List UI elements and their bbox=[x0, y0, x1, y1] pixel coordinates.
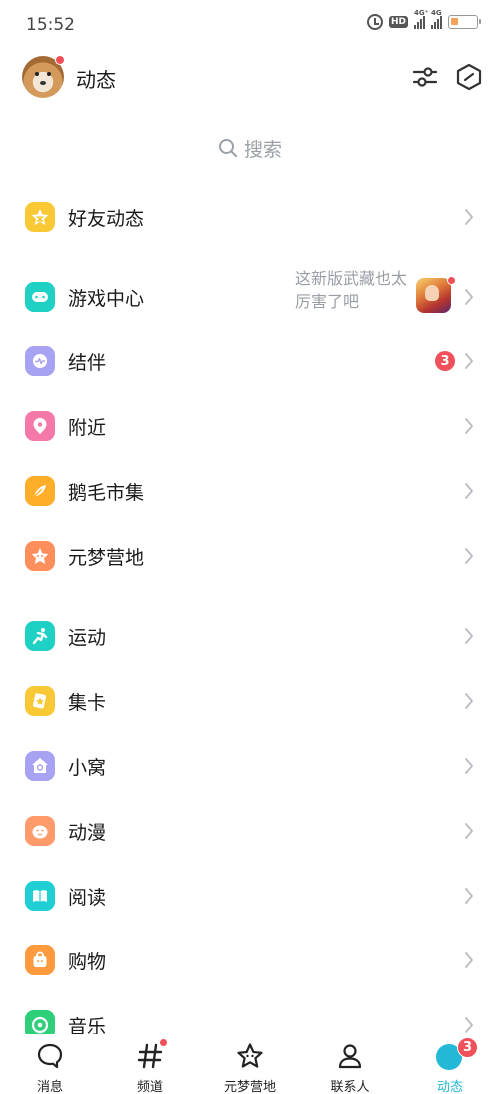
shopping-bag-icon bbox=[25, 945, 55, 975]
search-bar[interactable]: 搜索 bbox=[0, 130, 500, 166]
feather-market-icon bbox=[25, 476, 55, 506]
filter-settings-icon[interactable] bbox=[411, 63, 439, 91]
menu-item-label: 购物 bbox=[68, 951, 107, 973]
avatar-notification-dot bbox=[55, 55, 65, 65]
running-icon bbox=[25, 621, 55, 651]
anime-face-icon bbox=[25, 816, 55, 846]
menu-item-label: 小窝 bbox=[68, 757, 107, 779]
menu-item-anime[interactable]: 动漫 bbox=[0, 803, 500, 859]
battery-icon bbox=[448, 15, 481, 29]
chevron-right-icon bbox=[465, 1017, 473, 1033]
nav-label: 元梦营地 bbox=[223, 1080, 276, 1094]
chevron-right-icon bbox=[465, 628, 473, 644]
nav-label: 联系人 bbox=[330, 1080, 370, 1094]
chevron-right-icon bbox=[465, 823, 473, 839]
menu-item-label: 游戏中心 bbox=[68, 288, 145, 310]
search-placeholder: 搜索 bbox=[243, 138, 282, 161]
page-title: 动态 bbox=[76, 68, 116, 92]
signal-4g-plus-icon: 4G⁺ bbox=[414, 9, 428, 29]
chevron-right-icon bbox=[465, 209, 473, 225]
moments-unread-badge: 3 bbox=[457, 1037, 478, 1058]
menu-item-reading[interactable]: 阅读 bbox=[0, 868, 500, 924]
signal-4g-icon: 4G bbox=[431, 9, 442, 29]
hd-icon: HD bbox=[388, 16, 408, 28]
nav-yuanmeng[interactable]: 元梦营地 bbox=[200, 1034, 300, 1094]
nav-channels[interactable]: 频道 bbox=[100, 1034, 200, 1094]
menu-item-label: 集卡 bbox=[68, 692, 107, 714]
book-icon bbox=[25, 881, 55, 911]
header: 动态 bbox=[0, 55, 500, 101]
menu-item-cards[interactable]: 集卡 bbox=[0, 673, 500, 729]
hashtag-icon bbox=[137, 1043, 163, 1069]
menu-item-nearby[interactable]: 附近 bbox=[0, 398, 500, 454]
menu-item-yuanmeng[interactable]: 元梦营地 bbox=[0, 528, 500, 584]
chevron-right-icon bbox=[465, 888, 473, 904]
nav-contacts[interactable]: 联系人 bbox=[300, 1034, 400, 1094]
status-bar: 15:52 HD 4G⁺ 4G bbox=[0, 0, 500, 52]
nav-messages[interactable]: 消息 bbox=[0, 1034, 100, 1094]
menu-item-friends[interactable]: 好友动态 bbox=[0, 189, 500, 245]
star-icon bbox=[237, 1043, 263, 1068]
channels-notification-dot bbox=[159, 1038, 168, 1047]
menu-item-label: 鹅毛市集 bbox=[68, 482, 145, 504]
alarm-icon bbox=[366, 14, 383, 30]
menu-item-label: 好友动态 bbox=[68, 208, 145, 230]
chevron-right-icon bbox=[465, 548, 473, 564]
location-pin-icon bbox=[25, 411, 55, 441]
person-icon bbox=[338, 1044, 362, 1069]
menu-item-label: 附近 bbox=[68, 417, 107, 439]
chevron-right-icon bbox=[465, 418, 473, 434]
menu-item-shopping[interactable]: 购物 bbox=[0, 932, 500, 988]
nav-label: 频道 bbox=[136, 1080, 163, 1094]
gamepad-icon bbox=[25, 282, 55, 312]
game-notification-dot bbox=[447, 276, 456, 285]
menu-item-game-center[interactable]: 游戏中心 这新版武藏也太厉害了吧 bbox=[0, 269, 500, 325]
menu-item-partner[interactable]: 结伴 3 bbox=[0, 333, 500, 389]
hexagon-icon[interactable] bbox=[455, 63, 483, 91]
chevron-right-icon bbox=[465, 758, 473, 774]
menu-item-label: 结伴 bbox=[68, 352, 107, 374]
unread-badge: 3 bbox=[435, 351, 455, 371]
chevron-right-icon bbox=[465, 289, 473, 305]
game-promo-text: 这新版武藏也太厉害了吧 bbox=[295, 269, 408, 311]
bottom-nav: 消息 频道 元梦营地 联系人 3 动态 bbox=[0, 1034, 500, 1094]
menu-item-label: 元梦营地 bbox=[68, 547, 145, 569]
menu-item-label: 动漫 bbox=[68, 822, 107, 844]
partner-chat-icon bbox=[25, 346, 55, 376]
chevron-right-icon bbox=[465, 693, 473, 709]
status-time: 15:52 bbox=[26, 15, 75, 35]
menu-item-label: 运动 bbox=[68, 627, 107, 649]
nav-label: 动态 bbox=[436, 1080, 463, 1094]
card-collection-icon bbox=[25, 686, 55, 716]
menu-item-sports[interactable]: 运动 bbox=[0, 608, 500, 664]
menu-item-label: 阅读 bbox=[68, 887, 107, 909]
yuanmeng-star-icon bbox=[25, 541, 55, 571]
nav-moments[interactable]: 3 动态 bbox=[400, 1034, 500, 1094]
chat-bubble-icon bbox=[37, 1043, 63, 1069]
friends-star-icon bbox=[25, 202, 55, 232]
status-icons: HD 4G⁺ 4G bbox=[366, 9, 481, 30]
game-thumbnail bbox=[416, 278, 451, 313]
nav-label: 消息 bbox=[36, 1080, 63, 1094]
menu-item-nest[interactable]: 小窝 bbox=[0, 738, 500, 794]
chevron-right-icon bbox=[465, 353, 473, 369]
search-icon bbox=[218, 139, 237, 157]
house-icon bbox=[25, 751, 55, 781]
chevron-right-icon bbox=[465, 952, 473, 968]
menu-item-market[interactable]: 鹅毛市集 bbox=[0, 463, 500, 519]
chevron-right-icon bbox=[465, 483, 473, 499]
